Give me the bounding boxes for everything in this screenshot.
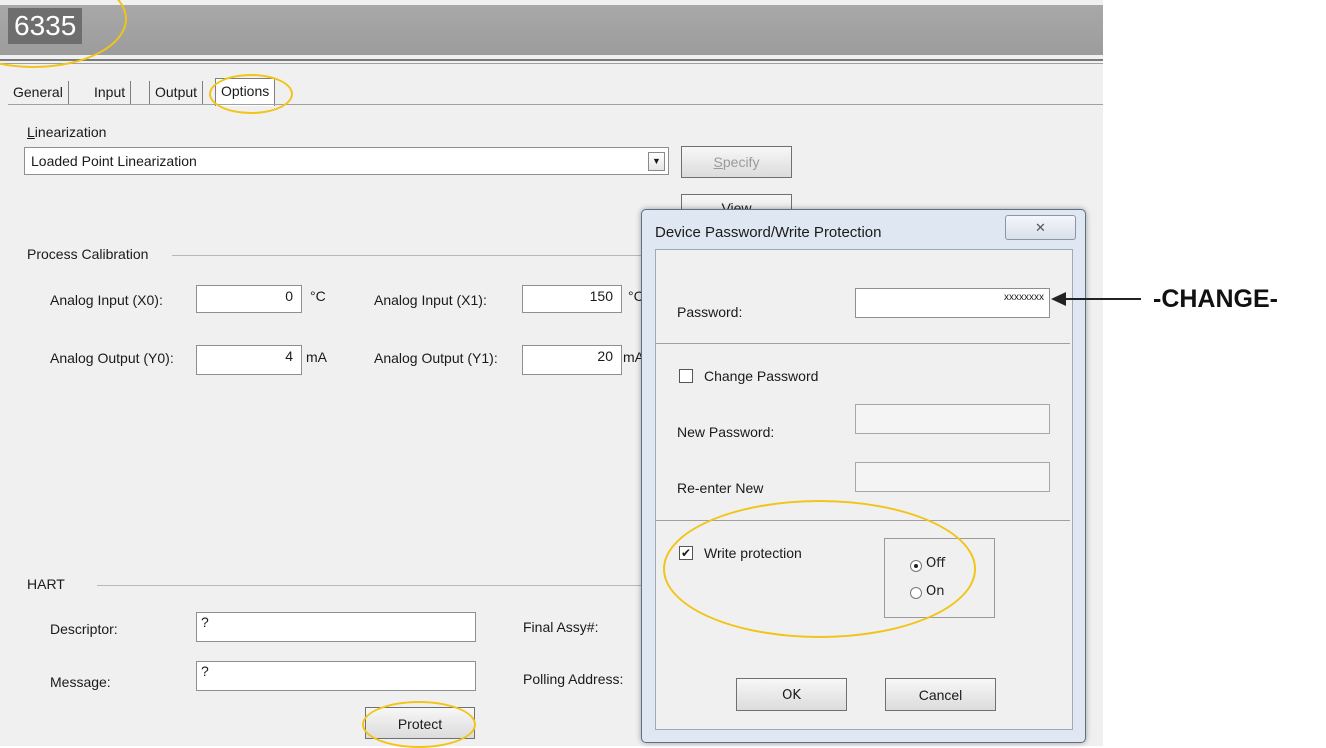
dialog-divider xyxy=(656,343,1070,344)
tab-strip-divider xyxy=(8,104,1103,105)
arrow-shaft xyxy=(1064,298,1141,300)
hart-label: HART xyxy=(27,576,65,592)
tab-general[interactable]: General xyxy=(8,81,69,105)
process-calibration-label: Process Calibration xyxy=(27,246,149,262)
close-icon[interactable]: ✕ xyxy=(1005,215,1076,240)
linearization-label: Linearization xyxy=(27,124,106,140)
group-divider xyxy=(172,255,662,256)
cancel-button[interactable]: Cancel xyxy=(885,678,996,711)
window-title: 6335 xyxy=(8,8,83,44)
specify-rest: pecify xyxy=(722,154,760,170)
change-password-label[interactable]: Change Password xyxy=(704,368,818,384)
message-field[interactable]: ? xyxy=(196,661,476,691)
radio-off-label[interactable]: Off xyxy=(926,556,945,571)
new-password-field[interactable] xyxy=(855,404,1050,434)
radio-off[interactable] xyxy=(910,560,922,572)
polling-address-label: Polling Address: xyxy=(523,671,624,687)
linearization-select[interactable]: Loaded Point Linearization xyxy=(24,147,669,175)
analog-output-y1-label: Analog Output (Y1): xyxy=(374,350,498,366)
analog-output-y0-unit: mA xyxy=(306,349,327,365)
analog-output-y0-label: Analog Output (Y0): xyxy=(50,350,174,366)
analog-output-y1-field[interactable]: 20 xyxy=(522,345,622,375)
radio-on[interactable] xyxy=(910,587,922,599)
ok-button[interactable]: OK xyxy=(736,678,847,711)
tab-options[interactable]: Options xyxy=(215,78,276,106)
analog-output-y0-field[interactable]: 4 xyxy=(196,345,302,375)
reenter-password-field[interactable] xyxy=(855,462,1050,492)
analog-input-x1-field[interactable]: 150 xyxy=(522,285,622,313)
final-assy-label: Final Assy#: xyxy=(523,619,599,635)
tab-input[interactable]: Input xyxy=(89,81,132,105)
analog-input-x0-label: Analog Input (X0): xyxy=(50,292,163,308)
descriptor-label: Descriptor: xyxy=(50,621,118,637)
linearization-label-mnemonic: L xyxy=(27,124,35,140)
write-protection-label[interactable]: Write protection xyxy=(704,545,802,561)
analog-input-x0-field[interactable]: 0 xyxy=(196,285,302,313)
reenter-password-label: Re-enter New xyxy=(677,480,764,496)
title-divider xyxy=(0,59,1103,61)
protect-button[interactable]: Protect xyxy=(365,707,475,739)
specify-button[interactable]: Specify xyxy=(681,146,792,178)
title-divider-light xyxy=(0,63,1103,64)
password-field[interactable]: xxxxxxxx xyxy=(855,288,1050,318)
group-divider xyxy=(97,585,647,586)
write-protection-checkbox[interactable]: ✔ xyxy=(679,546,693,560)
password-label: Password: xyxy=(677,304,743,320)
check-icon: ✔ xyxy=(680,546,692,560)
tab-output[interactable]: Output xyxy=(149,81,204,105)
dialog-title: Device Password/Write Protection xyxy=(655,224,882,241)
analog-input-x0-unit: °C xyxy=(310,288,326,304)
new-password-label: New Password: xyxy=(677,424,775,440)
password-dialog: Device Password/Write Protection ✕ Passw… xyxy=(641,209,1086,743)
write-protection-radio-group xyxy=(884,538,995,618)
dialog-divider xyxy=(656,520,1070,521)
change-annotation: -CHANGE- xyxy=(1153,285,1278,313)
change-password-checkbox[interactable] xyxy=(679,369,693,383)
descriptor-field[interactable]: ? xyxy=(196,612,476,642)
title-bar xyxy=(0,5,1103,55)
specify-mnemonic: S xyxy=(713,154,723,170)
radio-on-label[interactable]: On xyxy=(926,584,944,599)
analog-input-x1-label: Analog Input (X1): xyxy=(374,292,487,308)
linearization-label-text: inearization xyxy=(34,124,107,140)
message-label: Message: xyxy=(50,674,111,690)
chevron-down-icon[interactable]: ▼ xyxy=(648,152,665,171)
